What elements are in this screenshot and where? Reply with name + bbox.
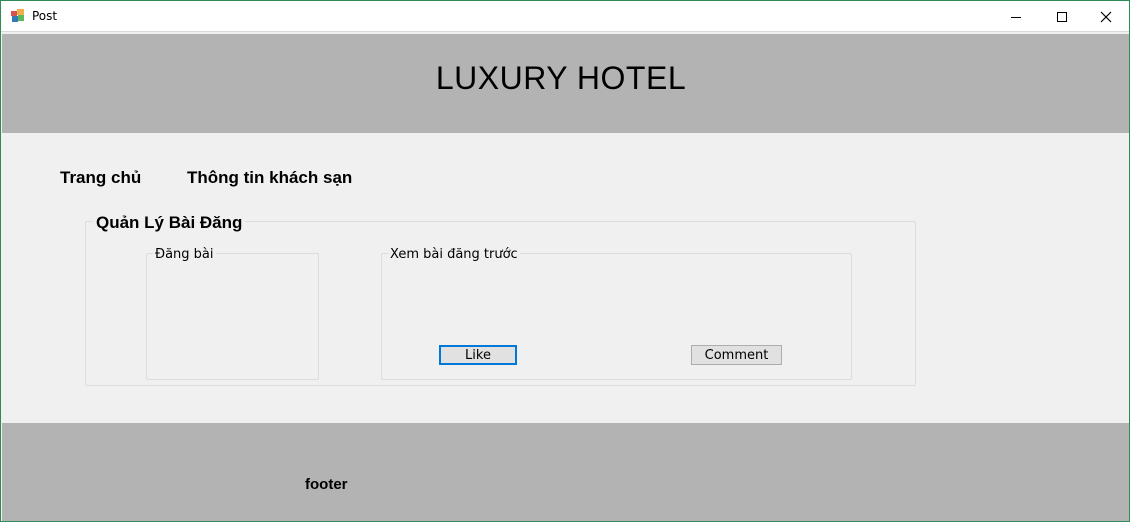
- maximize-button[interactable]: [1039, 1, 1085, 32]
- nav-hotel-info-link[interactable]: Thông tin khách sạn: [187, 168, 352, 188]
- nav-home-link[interactable]: Trang chủ: [60, 168, 141, 188]
- like-button[interactable]: Like: [439, 345, 517, 365]
- create-post-group: [146, 253, 319, 380]
- close-icon: [1100, 11, 1112, 22]
- header-band: LUXURY HOTEL: [2, 34, 1129, 133]
- close-button[interactable]: [1083, 1, 1129, 32]
- window-title: Post: [32, 9, 58, 23]
- hotel-title: LUXURY HOTEL: [435, 60, 687, 96]
- footer-text: footer: [305, 476, 348, 493]
- footer-band: footer: [2, 423, 1129, 521]
- title-bar[interactable]: Post: [1, 1, 1129, 32]
- app-icon: [11, 9, 24, 22]
- post-management-title: Quản Lý Bài Đăng: [93, 213, 246, 233]
- maximize-icon: [1057, 11, 1067, 22]
- comment-button[interactable]: Comment: [691, 345, 782, 365]
- minimize-button[interactable]: [993, 1, 1039, 32]
- post-window: Post LUXURY HOTEL Trang chủ Thông tin kh…: [0, 0, 1130, 522]
- minimize-icon: [1011, 16, 1021, 18]
- create-post-title: Đăng bài: [153, 247, 216, 262]
- previous-posts-title: Xem bài đăng trước: [388, 247, 520, 262]
